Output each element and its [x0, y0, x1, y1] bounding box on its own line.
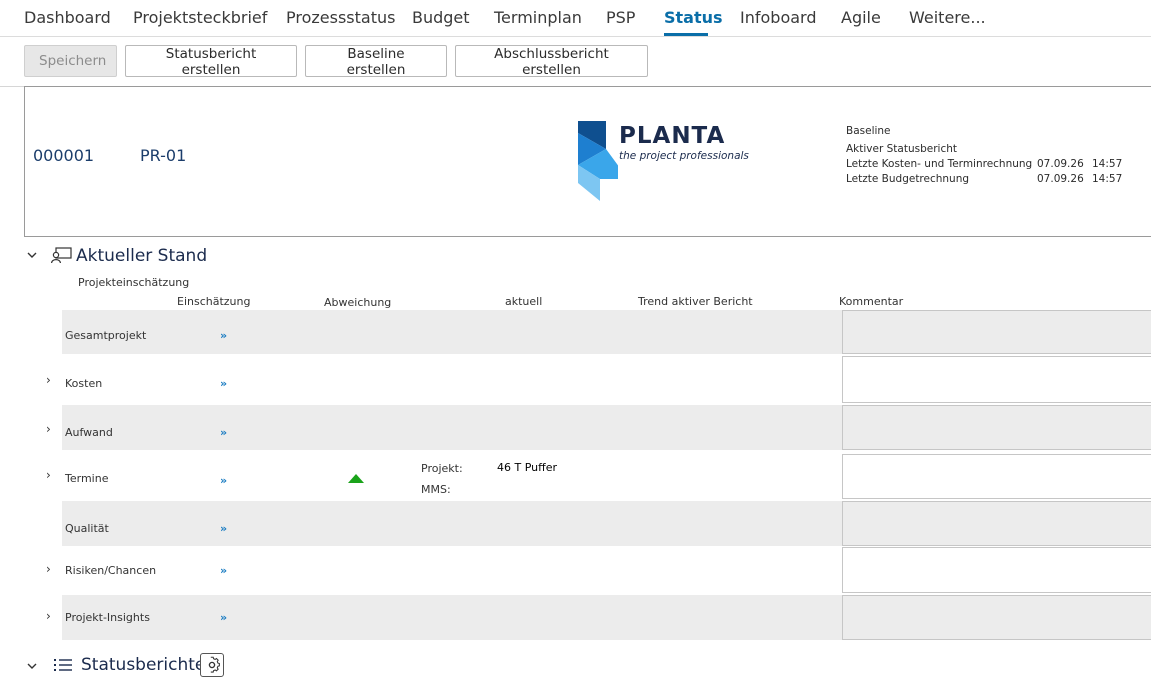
tab-weitere[interactable]: Weitere...: [909, 8, 986, 27]
row-label: Termine: [65, 472, 109, 485]
last-budget-calc-label: Letzte Budgetrechnung: [846, 173, 970, 185]
list-icon: [54, 659, 72, 671]
column-assessment: Einschätzung: [177, 295, 251, 308]
logo-tagline: the project professionals: [619, 150, 749, 162]
planta-logo-mark-icon: [578, 121, 628, 201]
last-cost-calc-time: 14:57: [1092, 158, 1123, 170]
column-comment: Kommentar: [839, 295, 904, 308]
open-details-link[interactable]: »: [220, 611, 227, 624]
create-status-report-button[interactable]: Statusbericht erstellen: [125, 45, 297, 78]
open-details-link[interactable]: »: [220, 329, 227, 342]
open-details-link[interactable]: »: [220, 474, 227, 487]
status-reports-title: Statusberichte: [81, 655, 206, 675]
chevron-right-icon[interactable]: ›: [46, 422, 51, 436]
project-number: 000001: [33, 146, 95, 165]
open-details-link[interactable]: »: [220, 564, 227, 577]
column-current: aktuell: [505, 295, 543, 308]
row-label: Aufwand: [65, 426, 113, 439]
chevron-right-icon[interactable]: ›: [46, 468, 51, 482]
tab-infoboard[interactable]: Infoboard: [740, 8, 816, 27]
active-report-label: Aktiver Statusbericht: [846, 143, 957, 155]
project-code: PR-01: [140, 146, 187, 165]
current-status-title: Aktueller Stand: [76, 246, 208, 266]
last-cost-calc-label: Letzte Kosten- und Terminrechnung: [846, 158, 1033, 170]
project-header: 000001 PR-01 PLANTA the project professi…: [24, 86, 1151, 237]
column-trend: Trend aktiver Bericht: [638, 295, 753, 308]
tab-status[interactable]: Status: [664, 8, 723, 27]
logo-name: PLANTA: [619, 123, 726, 149]
tab-budget[interactable]: Budget: [412, 8, 470, 27]
monitor-user-icon: [51, 247, 72, 264]
mms-label: MMS:: [421, 483, 451, 496]
comment-field[interactable]: [842, 595, 1151, 640]
chevron-right-icon[interactable]: ›: [46, 609, 51, 623]
row-label: Qualität: [65, 522, 109, 535]
column-deviation: Abweichung: [324, 296, 392, 309]
comment-field[interactable]: [842, 454, 1151, 499]
chevron-down-icon[interactable]: [27, 251, 37, 259]
open-details-link[interactable]: »: [220, 426, 227, 439]
project-label: Projekt:: [421, 462, 463, 475]
gear-icon: [208, 656, 220, 673]
chevron-right-icon[interactable]: ›: [46, 373, 51, 387]
tab-agile[interactable]: Agile: [841, 8, 881, 27]
comment-field[interactable]: [842, 310, 1151, 354]
comment-field[interactable]: [842, 501, 1151, 546]
comment-field[interactable]: [842, 547, 1151, 593]
comment-field[interactable]: [842, 405, 1151, 450]
save-button[interactable]: Speichern: [24, 45, 117, 77]
row-label: Projekt-Insights: [65, 611, 150, 624]
tab-projektsteckbrief[interactable]: Projektsteckbrief: [133, 8, 267, 27]
chevron-down-icon[interactable]: [27, 662, 37, 670]
tab-bar: Dashboard Projektsteckbrief Prozessstatu…: [0, 0, 1151, 37]
open-details-link[interactable]: »: [220, 522, 227, 535]
planta-logo: PLANTA the project professionals: [578, 121, 749, 207]
active-tab-indicator: [664, 33, 708, 36]
last-budget-calc-time: 14:57: [1092, 173, 1123, 185]
row-label: Risiken/Chancen: [65, 564, 157, 577]
row-label: Kosten: [65, 377, 103, 390]
open-details-link[interactable]: »: [220, 377, 227, 390]
project-assessment-label: Projekteinschätzung: [78, 276, 190, 289]
project-buffer-value: 46 T Puffer: [497, 461, 557, 474]
tab-prozessstatus[interactable]: Prozessstatus: [286, 8, 395, 27]
chevron-right-icon[interactable]: ›: [46, 562, 51, 576]
baseline-label: Baseline: [846, 125, 891, 137]
create-baseline-button[interactable]: Baseline erstellen: [305, 45, 447, 78]
tab-terminplan[interactable]: Terminplan: [494, 8, 582, 27]
tab-dashboard[interactable]: Dashboard: [24, 8, 111, 27]
tab-psp[interactable]: PSP: [606, 8, 635, 27]
comment-field[interactable]: [842, 356, 1151, 403]
settings-button[interactable]: [200, 653, 224, 677]
trend-up-icon: [348, 474, 364, 483]
last-budget-calc-date: 07.09.26: [1037, 173, 1084, 185]
row-label: Gesamtprojekt: [65, 329, 147, 342]
last-cost-calc-date: 07.09.26: [1037, 158, 1084, 170]
create-final-report-button[interactable]: Abschlussbericht erstellen: [455, 45, 648, 78]
